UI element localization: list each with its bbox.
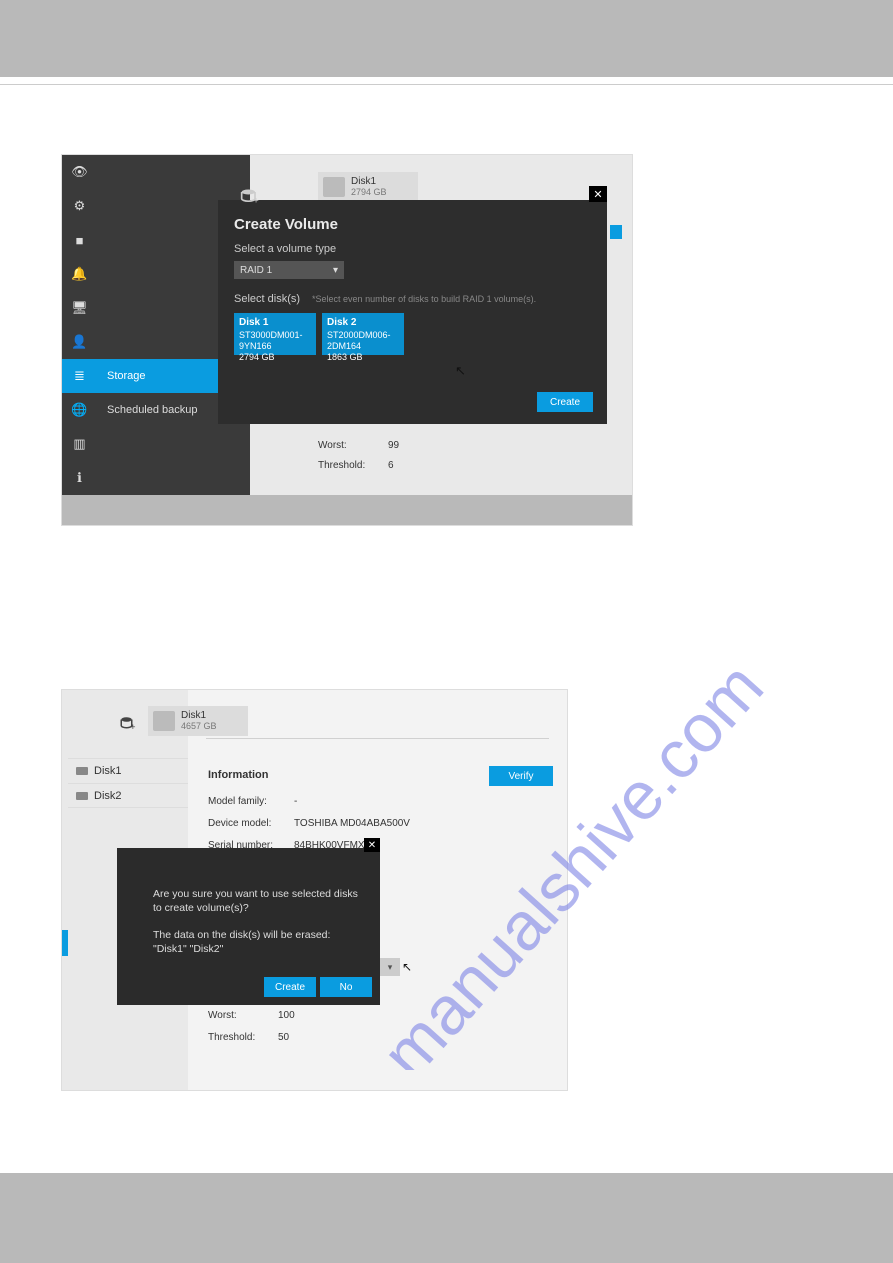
worst-label: Worst: [318, 440, 378, 451]
close-icon[interactable]: ✕ [589, 186, 607, 202]
info-value: TOSHIBA MD04ABA500V [294, 818, 410, 829]
disk-card-model: ST2000DM006-2DM164 [327, 330, 399, 353]
no-button[interactable]: No [320, 977, 372, 997]
page-header-bar [0, 0, 893, 77]
nav-library-icon[interactable]: ▥ [62, 427, 97, 461]
create-button[interactable]: Create [264, 977, 316, 997]
info-label: Device model: [208, 818, 284, 829]
threshold-value: 6 [388, 460, 394, 471]
nav-storage-icon[interactable]: ≣ [62, 359, 97, 393]
threshold-value: 50 [278, 1032, 289, 1043]
erase-warning-line: The data on the disk(s) will be erased: [153, 929, 362, 943]
disk-card-size: 2794 GB [239, 352, 311, 363]
disk-tab[interactable]: Disk1 4657 GB [148, 706, 248, 736]
info-label: Model family: [208, 796, 284, 807]
disk-tab[interactable]: Disk1 2794 GB [318, 172, 418, 202]
drive-icon [153, 711, 175, 731]
disk-card[interactable]: Disk 2 ST2000DM006-2DM164 1863 GB [322, 313, 404, 355]
verify-button[interactable]: Verify [489, 766, 553, 786]
worst-label: Worst: [208, 1010, 268, 1021]
drive-icon [76, 792, 88, 800]
disk-tab-label: Disk1 4657 GB [181, 711, 217, 731]
svg-text:+: + [130, 722, 135, 732]
disk-card-name: Disk 2 [327, 317, 399, 330]
smart-values: Worst: 100 Threshold: 50 [208, 1004, 295, 1048]
panel-divider [206, 738, 549, 739]
chevron-down-icon: ▾ [333, 265, 338, 276]
dialog-title: Create Volume [234, 216, 591, 233]
volume-type-label: Select a volume type [234, 243, 591, 255]
disk-list-label: Disk1 [94, 765, 122, 777]
threshold-label: Threshold: [208, 1032, 268, 1043]
disk-tab-size: 2794 GB [351, 188, 387, 197]
disk-tab-size: 4657 GB [181, 722, 217, 731]
select-disks-label: Select disk(s) [234, 293, 300, 305]
smart-values: Worst: 99 Threshold: 6 [318, 435, 399, 475]
information-heading: Information [208, 769, 269, 781]
nav-network-icon[interactable]: 🌐 [62, 393, 97, 427]
disk-card-name: Disk 1 [239, 317, 311, 330]
volume-type-value: RAID 1 [240, 265, 272, 276]
nav-camera-icon[interactable]: ■ [62, 223, 97, 257]
erase-warning: The data on the disk(s) will be erased: … [153, 929, 362, 956]
confirm-message: Are you sure you want to use selected di… [153, 888, 362, 915]
drive-icon [76, 767, 88, 775]
worst-value: 99 [388, 440, 399, 451]
select-disks-hint: *Select even number of disks to build RA… [312, 294, 536, 304]
erase-disk-list: "Disk1" "Disk2" [153, 943, 362, 957]
disk-list-item[interactable]: Disk2 [68, 783, 188, 808]
info-value: - [294, 796, 297, 807]
svg-text:+: + [253, 196, 258, 206]
nav-overview-icon[interactable]: 👁 [62, 155, 97, 189]
volume-type-select[interactable]: RAID 1 ▾ [234, 261, 344, 279]
disk-tab-label: Disk1 2794 GB [351, 177, 387, 197]
nav-alert-icon[interactable]: 🔔 [62, 257, 97, 291]
nav-info-icon[interactable]: ℹ [62, 461, 97, 495]
drive-icon [323, 177, 345, 197]
create-button[interactable]: Create [537, 392, 593, 412]
worst-value: 100 [278, 1010, 295, 1021]
nav-settings-icon[interactable]: ⚙ [62, 189, 97, 223]
dropdown-toggle[interactable]: ▾ [380, 958, 400, 976]
disk-list-label: Disk2 [94, 790, 122, 802]
disk-card[interactable]: Disk 1 ST3000DM001-9YN166 2794 GB [234, 313, 316, 355]
page-header-divider [0, 77, 893, 85]
disk-card-group: Disk 1 ST3000DM001-9YN166 2794 GB Disk 2… [234, 313, 591, 355]
action-strip[interactable] [610, 225, 622, 239]
create-volume-dialog: + ✕ Create Volume Select a volume type R… [218, 200, 607, 424]
window-taskbar [62, 495, 632, 525]
disk-list-item[interactable]: Disk1 [68, 758, 188, 783]
disk-card-size: 1863 GB [327, 352, 399, 363]
close-icon[interactable]: ✕ [364, 838, 380, 852]
disk-tab-name: Disk1 [181, 711, 217, 722]
cursor-icon: ↖ [402, 960, 412, 974]
nav-user-icon[interactable]: 👤 [62, 325, 97, 359]
add-volume-icon: + [240, 187, 260, 207]
threshold-label: Threshold: [318, 460, 378, 471]
cursor-icon: ↖ [455, 363, 466, 379]
nav-icon-rail: 👁 ⚙ ■ 🔔 🖥 👤 ≣ 🌐 ▥ ℹ [62, 155, 97, 495]
confirm-create-dialog: ✕ Are you sure you want to use selected … [117, 848, 380, 1005]
page-footer-bar [0, 1173, 893, 1263]
disk-card-model: ST3000DM001-9YN166 [239, 330, 311, 353]
nav-display-icon[interactable]: 🖥 [62, 291, 97, 325]
disk-tab-name: Disk1 [351, 177, 387, 188]
